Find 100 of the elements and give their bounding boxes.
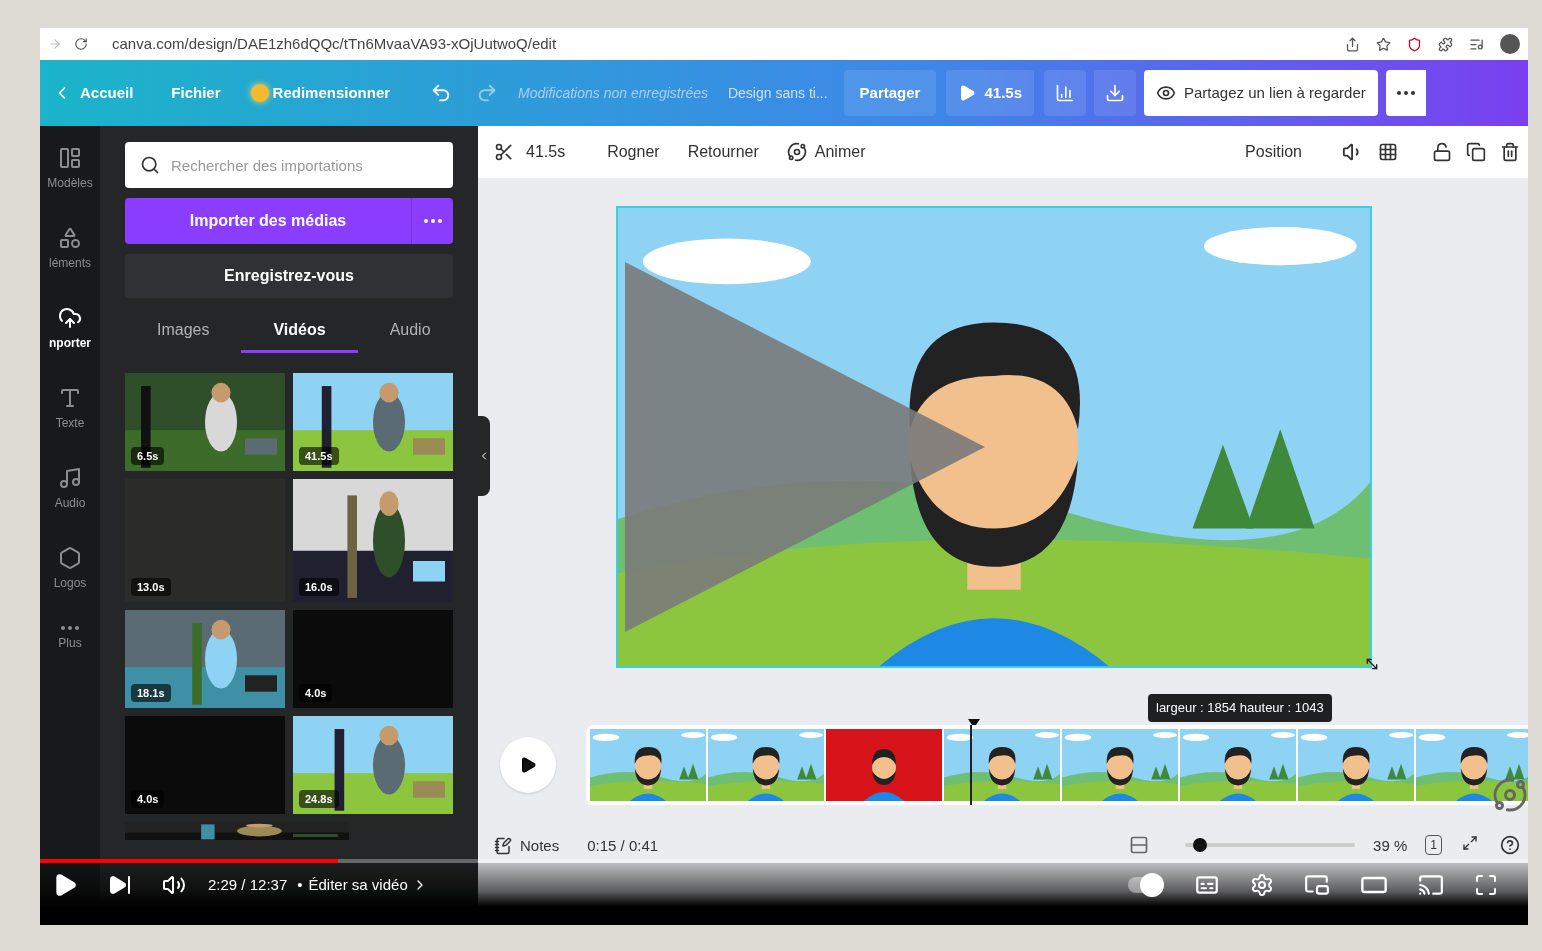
size-tooltip: largeur : 1854 hauteur : 1043 <box>1148 694 1332 722</box>
timeline-play-button[interactable] <box>500 737 556 793</box>
shield-icon[interactable] <box>1407 36 1422 52</box>
crown-icon <box>250 84 269 102</box>
media-tab[interactable]: Audio <box>357 318 463 353</box>
rail-icon <box>58 386 82 410</box>
position-button[interactable]: Position <box>1245 140 1302 164</box>
zoom-slider[interactable] <box>1185 838 1356 852</box>
media-tab[interactable]: Vidéos <box>241 318 358 353</box>
duration-badge: 6.5s <box>131 446 165 465</box>
progress-bar[interactable] <box>40 859 1528 863</box>
save-status: Modifications non enregistrées <box>518 83 708 103</box>
more-button[interactable] <box>1385 70 1426 116</box>
duration-badge: 41.5s <box>299 446 339 465</box>
rail-item[interactable]: Texte <box>40 382 100 436</box>
download-button[interactable] <box>1094 70 1136 116</box>
duration-badge: 16.0s <box>299 577 339 596</box>
insights-button[interactable] <box>1044 70 1086 116</box>
video-thumbnail[interactable] <box>125 822 349 840</box>
timeline-frame[interactable] <box>944 729 1060 801</box>
rail-icon <box>58 546 82 570</box>
rail-icon <box>58 146 82 170</box>
chapter-link[interactable]: Éditer sa vidéo <box>308 873 428 897</box>
video-thumbnail[interactable]: 24.8s <box>293 716 453 814</box>
video-time: 2:29 / 12:37 <box>208 874 288 895</box>
fullscreen-icon[interactable] <box>1474 873 1498 897</box>
download-icon <box>1105 83 1125 103</box>
timeline-frame[interactable] <box>590 729 706 801</box>
timeline-frame[interactable] <box>826 729 942 801</box>
rail-icon <box>58 466 82 490</box>
duration-badge: 4.0s <box>299 683 333 702</box>
timeline-frame[interactable] <box>1298 729 1414 801</box>
help-icon[interactable] <box>1500 835 1520 855</box>
import-media-button[interactable]: Importer des médias <box>125 198 411 244</box>
extensions-icon[interactable] <box>1438 36 1453 52</box>
timeline-frame[interactable] <box>1180 729 1296 801</box>
share-icon[interactable] <box>1345 36 1360 52</box>
next-icon[interactable] <box>108 873 132 897</box>
video-thumbnail[interactable]: 18.1s <box>125 610 285 708</box>
video-thumbnail[interactable]: 4.0s <box>125 716 285 814</box>
transparency-icon[interactable] <box>1378 142 1398 162</box>
toolbar-button[interactable]: Rogner <box>607 140 660 164</box>
autoplay-toggle[interactable] <box>1128 873 1164 897</box>
trash-icon[interactable] <box>1500 142 1520 162</box>
bookmark-star-icon[interactable] <box>1376 36 1391 52</box>
reload-icon[interactable] <box>74 37 88 51</box>
video-thumbnail[interactable]: 13.0s <box>125 479 285 602</box>
avatar-icon[interactable] <box>1500 34 1520 54</box>
playback-time: 0:15 / 0:41 <box>587 836 659 856</box>
bar-chart-icon <box>1055 83 1075 103</box>
orbit-icon <box>1492 777 1528 813</box>
rail-icon <box>58 226 82 250</box>
expand-icon[interactable] <box>1462 835 1478 851</box>
lock-icon[interactable] <box>1432 142 1452 162</box>
separator-dot: • <box>297 874 303 895</box>
more-icon <box>423 219 442 223</box>
duration-badge: 24.8s <box>299 789 339 808</box>
rail-item[interactable]: Modèles <box>40 142 100 196</box>
media-tab[interactable]: Images <box>125 318 242 353</box>
video-thumbnail[interactable]: 41.5s <box>293 373 453 471</box>
rail-item[interactable]: Logos <box>40 542 100 596</box>
volume-icon[interactable] <box>162 873 186 897</box>
rail-icon <box>58 306 82 330</box>
collapse-handle[interactable] <box>478 416 490 496</box>
address-bar[interactable]: canva.com/design/DAE1zh6dQQc/tTn6MvaaVA93-xOjUutwoQ/edit <box>112 32 557 56</box>
video-thumbnail[interactable]: 6.5s <box>125 373 285 471</box>
rail-item[interactable]: léments <box>40 222 100 276</box>
page-view-icon[interactable] <box>1129 835 1150 855</box>
video-thumbnail[interactable]: 4.0s <box>293 610 453 708</box>
duplicate-icon[interactable] <box>1466 142 1486 162</box>
rail-item[interactable]: nporter <box>40 302 100 356</box>
duration-badge: 13.0s <box>131 577 171 596</box>
record-button[interactable]: Enregistrez-vous <box>125 254 453 298</box>
rail-item[interactable]: Plus <box>40 622 100 656</box>
page-count[interactable]: 1 <box>1425 835 1442 855</box>
video-thumbnail[interactable]: 16.0s <box>293 479 453 602</box>
notes-button[interactable]: Notes <box>494 835 560 858</box>
more-icon <box>1396 91 1415 95</box>
trim-button[interactable]: 41.5s <box>494 140 566 164</box>
zoom-value: 39 % <box>1373 836 1408 856</box>
playlist-icon[interactable] <box>1469 36 1484 52</box>
settings-icon[interactable] <box>1250 873 1274 897</box>
zoom-thumb[interactable] <box>1192 838 1207 852</box>
toolbar-button[interactable]: Retourner <box>687 140 759 164</box>
miniplayer-icon[interactable] <box>1304 872 1330 898</box>
timeline-frame[interactable] <box>1416 729 1528 801</box>
rail-item[interactable]: Audio <box>40 462 100 516</box>
share-link-button[interactable]: Partagez un lien à regarder <box>1144 70 1378 116</box>
eye-icon <box>1156 83 1176 103</box>
rail-icon <box>61 626 79 630</box>
resize-cursor-icon <box>1364 656 1380 672</box>
play-icon <box>958 84 977 102</box>
play-overlay-icon[interactable] <box>625 262 985 632</box>
timeline-frame[interactable] <box>1062 729 1178 801</box>
animate-icon <box>786 142 807 162</box>
play-icon <box>519 756 537 774</box>
cast-icon[interactable] <box>1418 872 1444 898</box>
toolbar-button[interactable]: Animer <box>786 140 866 164</box>
timeline-frame[interactable] <box>708 729 824 801</box>
search-field[interactable]: Rechercher des importations <box>125 142 453 188</box>
